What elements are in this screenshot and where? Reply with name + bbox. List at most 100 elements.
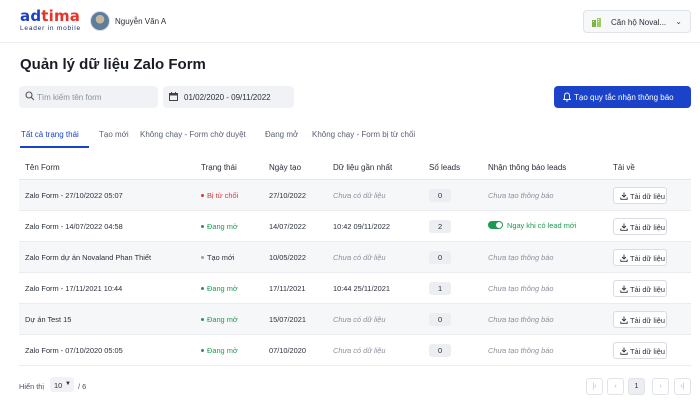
table-row[interactable]: Dự án Test 15 Đang mở 15/07/2021 Chưa có… [19,304,691,335]
search-box[interactable] [19,86,158,108]
search-icon [25,91,35,101]
download-button[interactable]: Tải dữ liệu [613,249,667,266]
form-name[interactable]: Zalo Form dự án Novaland Phan Thiết [25,253,151,262]
latest-data: Chưa có dữ liệu [333,315,386,324]
top-header: adtima Leader in mobile Nguyễn Văn A Căn… [0,0,700,43]
notify-status: Chưa tạo thông báo [488,315,554,324]
create-notification-rule-button[interactable]: Tạo quy tắc nhận thông báo [554,86,691,108]
table-row[interactable]: Zalo Form - 17/11/2021 10:44 Đang mở 17/… [19,273,691,304]
status-badge: Đang mở [201,222,238,231]
form-name[interactable]: Dự án Test 15 [25,315,71,324]
status-dot [201,224,204,228]
page-title: Quản lý dữ liệu Zalo Form [20,56,206,73]
status-badge: Tạo mới [201,253,234,262]
avatar[interactable] [90,11,110,31]
download-icon [620,254,628,262]
page-size-value: 10 [54,381,63,390]
download-button[interactable]: Tải dữ liệu [613,311,667,328]
download-icon [620,347,628,355]
active-tab-indicator [20,146,89,148]
table-header: Tên Form Trạng thái Ngày tạo Dữ liệu gần… [19,152,691,180]
tab-new[interactable]: Tạo mới [99,130,129,139]
form-name[interactable]: Zalo Form - 14/07/2022 04:58 [25,222,123,231]
logo-tima: tima [41,7,81,25]
last-page-button[interactable]: ›| [674,378,691,395]
next-page-button[interactable]: › [652,378,669,395]
form-name[interactable]: Zalo Form - 27/10/2022 05:07 [25,191,123,200]
download-button[interactable]: Tải dữ liệu [613,218,667,235]
project-label: Căn hộ Noval... [611,18,667,27]
download-button[interactable]: Tải dữ liệu [613,280,667,297]
tab-open[interactable]: Đang mở [265,130,298,139]
created-date: 10/05/2022 [269,253,306,262]
calendar-icon [169,92,178,101]
status-label: Đang mở [207,315,238,324]
project-selector[interactable]: Căn hộ Noval... ⌄ [583,10,691,33]
latest-data: 10:44 25/11/2021 [333,284,390,293]
leads-count: 0 [429,313,451,326]
tab-rejected[interactable]: Không chạy - Form bị từ chối [312,130,415,139]
table-row[interactable]: Zalo Form - 07/10/2020 05:05 Đang mở 07/… [19,335,691,366]
status-label: Đang mở [207,346,238,355]
caret-down-icon: ▼ [65,381,71,387]
download-label: Tải dữ liệu [630,223,665,232]
current-page-button[interactable]: 1 [628,378,645,395]
created-date: 17/11/2021 [269,284,306,293]
notify-status: Chưa tạo thông báo [488,191,554,200]
status-label: Bị từ chối [207,191,239,200]
user-name[interactable]: Nguyễn Văn A [115,17,166,26]
status-label: Đang mở [207,222,238,231]
download-label: Tải dữ liệu [630,316,665,325]
download-label: Tải dữ liệu [630,254,665,263]
prev-page-button[interactable]: ‹ [607,378,624,395]
download-button[interactable]: Tải dữ liệu [613,187,667,204]
date-range-value: 01/02/2020 - 09/11/2022 [184,93,271,102]
status-tabs: Tất cả trạng thái Tạo mới Không chạy - F… [0,126,700,146]
created-date: 27/10/2022 [269,191,306,200]
notify-status: Chưa tạo thông báo [488,253,554,262]
first-page-button[interactable]: |‹ [586,378,603,395]
logo-wordmark: adtima [20,9,81,24]
download-icon [620,316,628,324]
leads-count: 0 [429,189,451,202]
leads-count: 0 [429,251,451,264]
status-dot [201,348,204,352]
download-label: Tải dữ liệu [630,192,665,201]
latest-data: Chưa có dữ liệu [333,346,386,355]
search-input[interactable] [37,89,155,105]
download-label: Tải dữ liệu [630,347,665,356]
column-header: Tải về [613,163,635,172]
status-badge: Đang mở [201,346,238,355]
notify-status: Chưa tạo thông báo [488,346,554,355]
column-header: Ngày tạo [269,163,302,172]
adtima-logo[interactable]: adtima Leader in mobile [20,9,81,33]
leads-count: 1 [429,282,451,295]
download-icon [620,223,628,231]
download-label: Tải dữ liệu [630,285,665,294]
status-badge: Bị từ chối [201,191,238,200]
date-range-picker[interactable]: 01/02/2020 - 09/11/2022 [163,86,294,108]
tab-all-statuses[interactable]: Tất cả trạng thái [21,130,79,139]
table-row[interactable]: Zalo Form - 14/07/2022 04:58 Đang mở 14/… [19,211,691,242]
page-size-select[interactable]: 10 ▼ [50,377,74,392]
latest-data: 10:42 09/11/2022 [333,222,390,231]
download-icon [620,192,628,200]
download-button[interactable]: Tải dữ liệu [613,342,667,359]
page-size-label: Hiển thị [19,382,45,391]
status-badge: Đang mở [201,284,238,293]
table-row[interactable]: Zalo Form dự án Novaland Phan Thiết Tạo … [19,242,691,273]
notify-toggle[interactable] [488,221,503,229]
latest-data: Chưa có dữ liệu [333,253,386,262]
logo-ad: ad [20,7,42,25]
create-rule-label: Tạo quy tắc nhận thông báo [574,93,674,102]
notify-status: Chưa tạo thông báo [488,284,554,293]
tab-pending-approval[interactable]: Không chạy - Form chờ duyệt [140,130,246,139]
column-header: Dữ liệu gần nhất [333,163,393,172]
form-name[interactable]: Zalo Form - 17/11/2021 10:44 [25,284,122,293]
column-header: Tên Form [25,163,60,172]
status-dot [201,317,204,321]
table-row[interactable]: Zalo Form - 27/10/2022 05:07 Bị từ chối … [19,180,691,211]
form-name[interactable]: Zalo Form - 07/10/2020 05:05 [25,346,123,355]
page-total: / 6 [78,382,87,391]
chevron-down-icon: ⌄ [675,17,682,26]
